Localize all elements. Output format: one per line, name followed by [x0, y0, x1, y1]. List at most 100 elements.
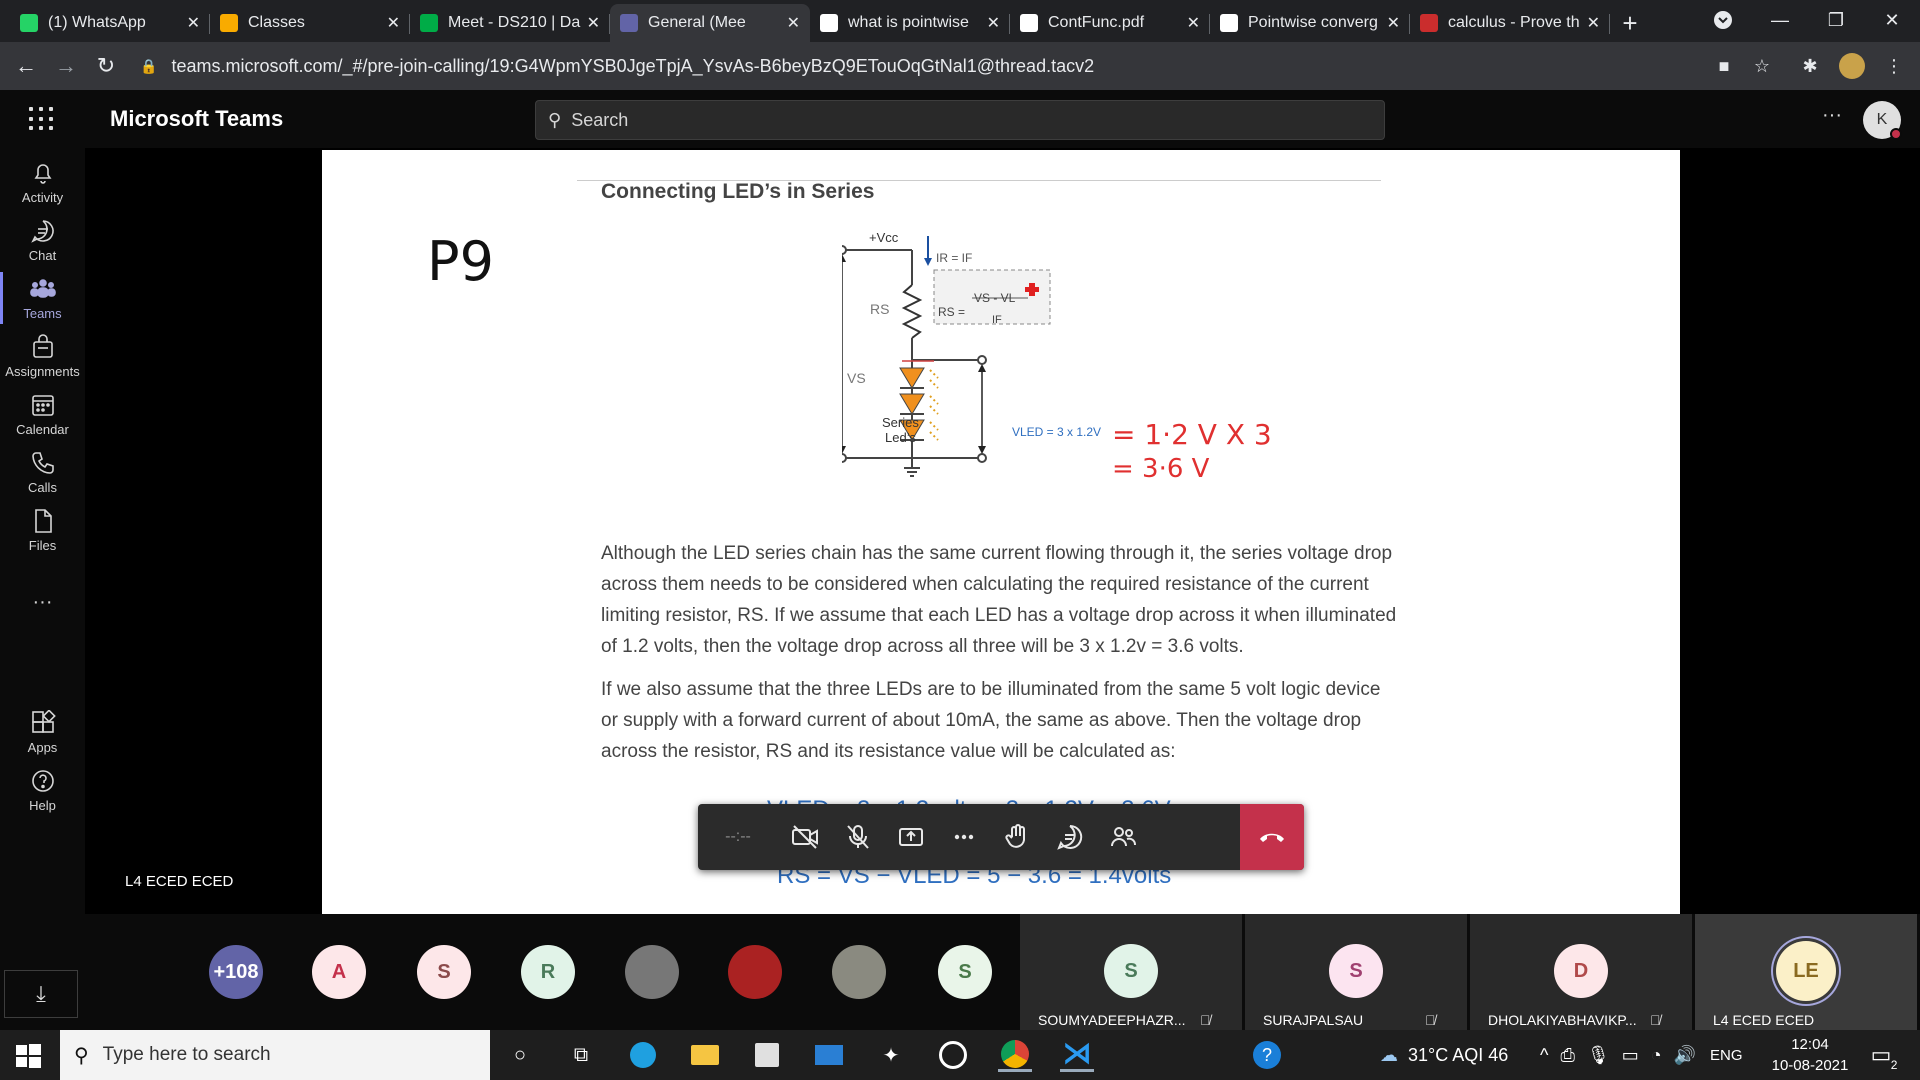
share-icon[interactable] — [884, 804, 937, 870]
chrome-icon[interactable] — [998, 1038, 1032, 1072]
forward-icon[interactable]: → — [46, 46, 86, 86]
close-window-icon[interactable]: ✕ — [1864, 0, 1920, 40]
close-tab-icon[interactable]: ✕ — [1587, 13, 1600, 33]
hang-up-button[interactable] — [1240, 804, 1304, 870]
profile-avatar[interactable] — [1836, 50, 1868, 82]
participant-initial: R — [540, 960, 556, 983]
windows-start-icon[interactable] — [14, 1042, 42, 1070]
tray-battery-icon[interactable]: ▭ — [1622, 1045, 1639, 1066]
close-tab-icon[interactable]: ✕ — [187, 13, 200, 33]
tab-search-icon[interactable] — [1695, 0, 1751, 40]
close-tab-icon[interactable]: ✕ — [1187, 13, 1200, 33]
rail-item-help[interactable]: Help — [0, 756, 85, 824]
app-launcher-icon[interactable] — [26, 104, 56, 134]
tray-language[interactable]: ENG — [1710, 1047, 1743, 1064]
more-icon[interactable] — [937, 804, 990, 870]
participant-avatar: S — [1329, 944, 1383, 998]
participant-avatar[interactable]: +108 — [209, 945, 263, 999]
vscode-icon[interactable]: ⋊ — [1060, 1037, 1094, 1072]
extensions-icon[interactable]: ✱ — [1794, 50, 1826, 82]
participant-tile[interactable]: S SOUMYADEEPHAZR... 🎙̸ — [1020, 914, 1242, 1030]
notifications-icon[interactable]: ▭ 2 — [1864, 1038, 1898, 1072]
taskbar-search-input[interactable]: ⚲ Type here to search — [60, 1030, 490, 1080]
user-avatar[interactable]: K — [1863, 101, 1902, 140]
taskbar-search-placeholder: Type here to search — [102, 1044, 271, 1065]
browser-tab[interactable]: (1) WhatsApp ✕ — [10, 4, 210, 42]
help-circle-icon[interactable]: ? — [1250, 1038, 1284, 1072]
browser-tab[interactable]: Pointwise converg ✕ — [1210, 4, 1410, 42]
mail-icon[interactable] — [812, 1038, 846, 1072]
rail-more-apps[interactable]: ··· — [0, 568, 85, 636]
participant-tile[interactable]: D DHOLAKIYABHAVIKP... 🎙̸ — [1470, 914, 1692, 1030]
camera-off-icon[interactable] — [778, 804, 831, 870]
tray-device-icon[interactable]: ⎙ — [1560, 1045, 1574, 1066]
rail-item-label: Calendar — [16, 421, 69, 437]
restore-icon[interactable]: ❐ — [1808, 0, 1864, 40]
browser-tab-title: Pointwise converg — [1248, 14, 1378, 31]
car-avatar-icon[interactable] — [728, 945, 782, 999]
raise-hand-icon[interactable] — [990, 804, 1043, 870]
participant-avatar[interactable]: A — [312, 945, 366, 999]
tray-chevron-icon[interactable]: ^ — [1540, 1045, 1548, 1066]
participants-icon[interactable] — [1096, 804, 1149, 870]
browser-tab[interactable]: ContFunc.pdf ✕ — [1010, 4, 1210, 42]
participant-name: DHOLAKIYABHAVIKP... — [1488, 1012, 1637, 1028]
tray-wifi-icon[interactable]: ◔ — [1651, 1045, 1662, 1066]
minimize-icon[interactable]: — — [1752, 0, 1808, 40]
lock-icon: 🔒 — [140, 57, 158, 74]
browser-tab[interactable]: calculus - Prove th ✕ — [1410, 4, 1610, 42]
browser-tab[interactable]: Meet - DS210 | Da ✕ — [410, 4, 610, 42]
presenter-name: L4 ECED ECED — [125, 873, 234, 890]
browser-tab[interactable]: what is pointwise ✕ — [810, 4, 1010, 42]
task-view-icon[interactable]: ⧉ — [564, 1038, 598, 1072]
tray-volume-icon[interactable]: 🔊 — [1674, 1045, 1696, 1066]
participant-name: SURAJPALSAU — [1263, 1012, 1364, 1028]
cortana-icon[interactable]: ○ — [503, 1038, 537, 1072]
browser-tab-title: Meet - DS210 | Da — [448, 14, 581, 31]
edge-icon[interactable] — [626, 1038, 660, 1072]
circuit-series-label: Series Led’s — [882, 415, 919, 445]
close-tab-icon[interactable]: ✕ — [587, 13, 600, 33]
steam-icon[interactable] — [936, 1038, 970, 1072]
close-tab-icon[interactable]: ✕ — [387, 13, 400, 33]
close-tab-icon[interactable]: ✕ — [787, 13, 800, 33]
participant-tile[interactable]: S SURAJPALSAU 🎙̸ — [1245, 914, 1467, 1030]
search-input[interactable]: ⚲ Search — [535, 100, 1385, 140]
close-tab-icon[interactable]: ✕ — [1387, 13, 1400, 33]
close-tab-icon[interactable]: ✕ — [987, 13, 1000, 33]
browser-tab[interactable]: Classes ✕ — [210, 4, 410, 42]
file-explorer-icon[interactable] — [688, 1038, 722, 1072]
participant-avatar[interactable]: S — [938, 945, 992, 999]
participant-tile[interactable]: LE L4 ECED ECED — [1695, 914, 1917, 1030]
browser-tab[interactable]: General (Mee ✕ — [610, 4, 810, 42]
muted-mic-icon: 🎙̸ — [1200, 1012, 1211, 1028]
rail-item-files[interactable]: Files — [0, 496, 85, 564]
taskbar-clock[interactable]: 12:04 10-08-2021 — [1762, 1034, 1858, 1076]
store-icon[interactable] — [750, 1038, 784, 1072]
dropbox-icon[interactable]: ✦ — [874, 1038, 908, 1072]
wikipedia-icon — [1220, 14, 1238, 32]
tray-mic-icon[interactable]: 🎙 — [1587, 1045, 1610, 1066]
photo-avatar-icon[interactable] — [625, 945, 679, 999]
address-bar[interactable]: 🔒 teams.microsoft.com/_#/pre-join-callin… — [140, 48, 1740, 84]
teams-icon — [29, 278, 56, 298]
series-label-line1: Series — [882, 415, 919, 430]
participant-avatar[interactable]: S — [417, 945, 471, 999]
back-icon[interactable]: ← — [6, 46, 46, 86]
participant-avatar[interactable]: R — [521, 945, 575, 999]
rail-item-label: Apps — [27, 739, 58, 755]
participant-initial: D — [1573, 959, 1589, 982]
download-icon[interactable]: ⤓ — [4, 970, 78, 1018]
bookmark-star-icon[interactable]: ☆ — [1746, 50, 1778, 82]
browser-menu-icon[interactable]: ⋮ — [1878, 50, 1910, 82]
mic-off-icon[interactable] — [831, 804, 884, 870]
participant-initial: A — [331, 960, 347, 983]
more-options-icon[interactable]: ··· — [1822, 104, 1842, 127]
reload-icon[interactable]: ↻ — [86, 46, 126, 86]
new-tab-button[interactable]: + — [1610, 4, 1650, 42]
camera-indicator-icon[interactable]: ■ — [1708, 50, 1740, 82]
weather-widget[interactable]: ☁ 31°C AQI 46 — [1380, 1030, 1508, 1080]
pdf-icon — [1020, 14, 1038, 32]
cat-avatar-icon[interactable] — [832, 945, 886, 999]
chat-icon[interactable] — [1043, 804, 1096, 870]
